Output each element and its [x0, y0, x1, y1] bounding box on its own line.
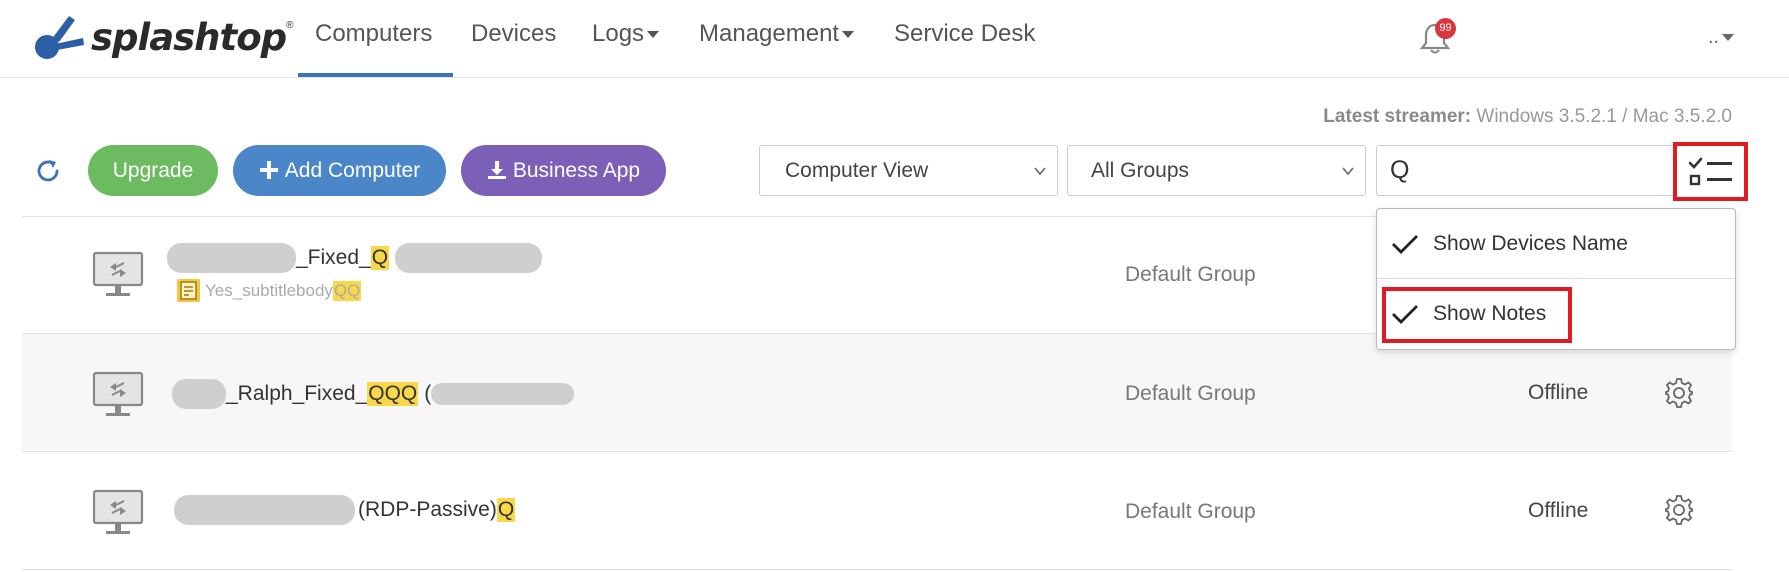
computer-name-paren: (: [424, 382, 432, 405]
annotation-highlight-box: [1382, 287, 1572, 343]
nav-management-label: Management: [699, 20, 840, 47]
computer-name-text: (RDP-Passive): [358, 498, 497, 521]
nav-computers-label: Computers: [315, 20, 433, 47]
chevron-down-icon: [1034, 167, 1046, 176]
computer-name: (RDP-Passive) Q: [174, 495, 516, 525]
business-app-button[interactable]: Business App: [461, 145, 666, 196]
caret-down-icon: [1722, 34, 1735, 42]
nav-logs[interactable]: Logs: [592, 20, 660, 48]
checkmark-icon: [1392, 235, 1418, 254]
chevron-down-icon: [1342, 167, 1354, 176]
gear-icon[interactable]: [1664, 378, 1694, 408]
version-separator: /: [1622, 106, 1628, 127]
search-input[interactable]: Q: [1376, 145, 1676, 196]
group-name: Default Group: [1125, 263, 1256, 286]
gear-icon[interactable]: [1664, 495, 1694, 525]
group-name: Default Group: [1125, 500, 1256, 523]
latest-streamer-label: Latest streamer:: [1323, 106, 1472, 127]
registered-mark: ®: [286, 19, 294, 31]
active-tab-indicator: [298, 73, 453, 77]
top-navigation: splashtop ® Computers Devices Logs Manage…: [0, 0, 1789, 78]
search-highlight: Q: [496, 498, 516, 522]
search-input-value: Q: [1390, 156, 1410, 184]
table-row[interactable]: (RDP-Passive) Q Default Group Offline: [22, 452, 1732, 570]
nav-computers[interactable]: Computers: [315, 20, 432, 48]
splashtop-logo[interactable]: splashtop ®: [33, 10, 294, 64]
view-select[interactable]: Computer View: [759, 145, 1058, 196]
computer-name: _Fixed_ Q: [167, 243, 543, 273]
notification-badge: 99: [1435, 18, 1456, 39]
search-highlight: QQQ: [367, 382, 419, 406]
group-select[interactable]: All Groups: [1067, 145, 1366, 196]
computer-icon: [92, 251, 144, 296]
nav-logs-label: Logs: [592, 20, 645, 47]
user-menu-label: ..: [1708, 26, 1720, 48]
upgrade-button[interactable]: Upgrade: [88, 145, 218, 196]
group-select-value: All Groups: [1091, 159, 1190, 182]
table-row[interactable]: _Ralph_Fixed_ QQQ( Default Group Offline: [22, 334, 1732, 452]
redacted-text: [167, 243, 296, 273]
show-devices-name-option[interactable]: Show Devices Name: [1377, 209, 1735, 279]
add-computer-button-label: Add Computer: [284, 159, 421, 182]
computer-name-text: _Fixed_: [296, 246, 371, 269]
status-text: Offline: [1528, 381, 1589, 404]
user-menu[interactable]: ..: [1708, 26, 1735, 49]
nav-management[interactable]: Management: [699, 20, 855, 48]
download-icon: [487, 161, 506, 179]
latest-streamer-info: Latest streamer: Windows 3.5.2.1 / Mac 3…: [1323, 106, 1732, 128]
refresh-icon[interactable]: [34, 157, 62, 185]
nav-devices[interactable]: Devices: [471, 20, 556, 48]
brand-name: splashtop: [91, 15, 287, 59]
nav-service-desk[interactable]: Service Desk: [894, 20, 1035, 48]
windows-version: Windows 3.5.2.1: [1476, 106, 1617, 127]
splashtop-logo-icon: [35, 16, 84, 59]
add-computer-button[interactable]: Add Computer: [233, 145, 446, 196]
search-highlight: Q: [370, 246, 390, 270]
note-icon: [177, 279, 200, 302]
list-options-dropdown: Show Devices Name Show Notes: [1376, 208, 1736, 350]
computer-note: Yes_subtitlebody QQ: [177, 279, 362, 302]
nav-devices-label: Devices: [471, 20, 557, 47]
status-text: Offline: [1528, 499, 1589, 522]
redacted-text: [431, 383, 575, 405]
upgrade-button-label: Upgrade: [112, 159, 194, 182]
nav-service-desk-label: Service Desk: [894, 20, 1036, 47]
business-app-button-label: Business App: [512, 159, 641, 182]
search-highlight: QQ: [332, 280, 362, 301]
computer-name: _Ralph_Fixed_ QQQ(: [172, 379, 575, 409]
caret-down-icon: [842, 31, 855, 39]
plus-icon: [259, 161, 278, 179]
mac-version: Mac 3.5.2.0: [1632, 106, 1732, 127]
redacted-text: [172, 379, 226, 409]
checklist-icon: [1688, 157, 1732, 185]
group-name: Default Group: [1125, 382, 1256, 405]
caret-down-icon: [647, 31, 660, 39]
computer-icon: [92, 489, 144, 534]
note-text: Yes_subtitlebody: [205, 280, 333, 300]
list-options-button[interactable]: [1673, 142, 1748, 201]
show-devices-name-label: Show Devices Name: [1433, 231, 1628, 255]
computer-icon: [92, 371, 144, 416]
computer-name-text: _Ralph_Fixed_: [226, 382, 368, 405]
redacted-text: [174, 495, 355, 525]
redacted-text: [395, 243, 543, 273]
view-select-value: Computer View: [785, 159, 929, 182]
